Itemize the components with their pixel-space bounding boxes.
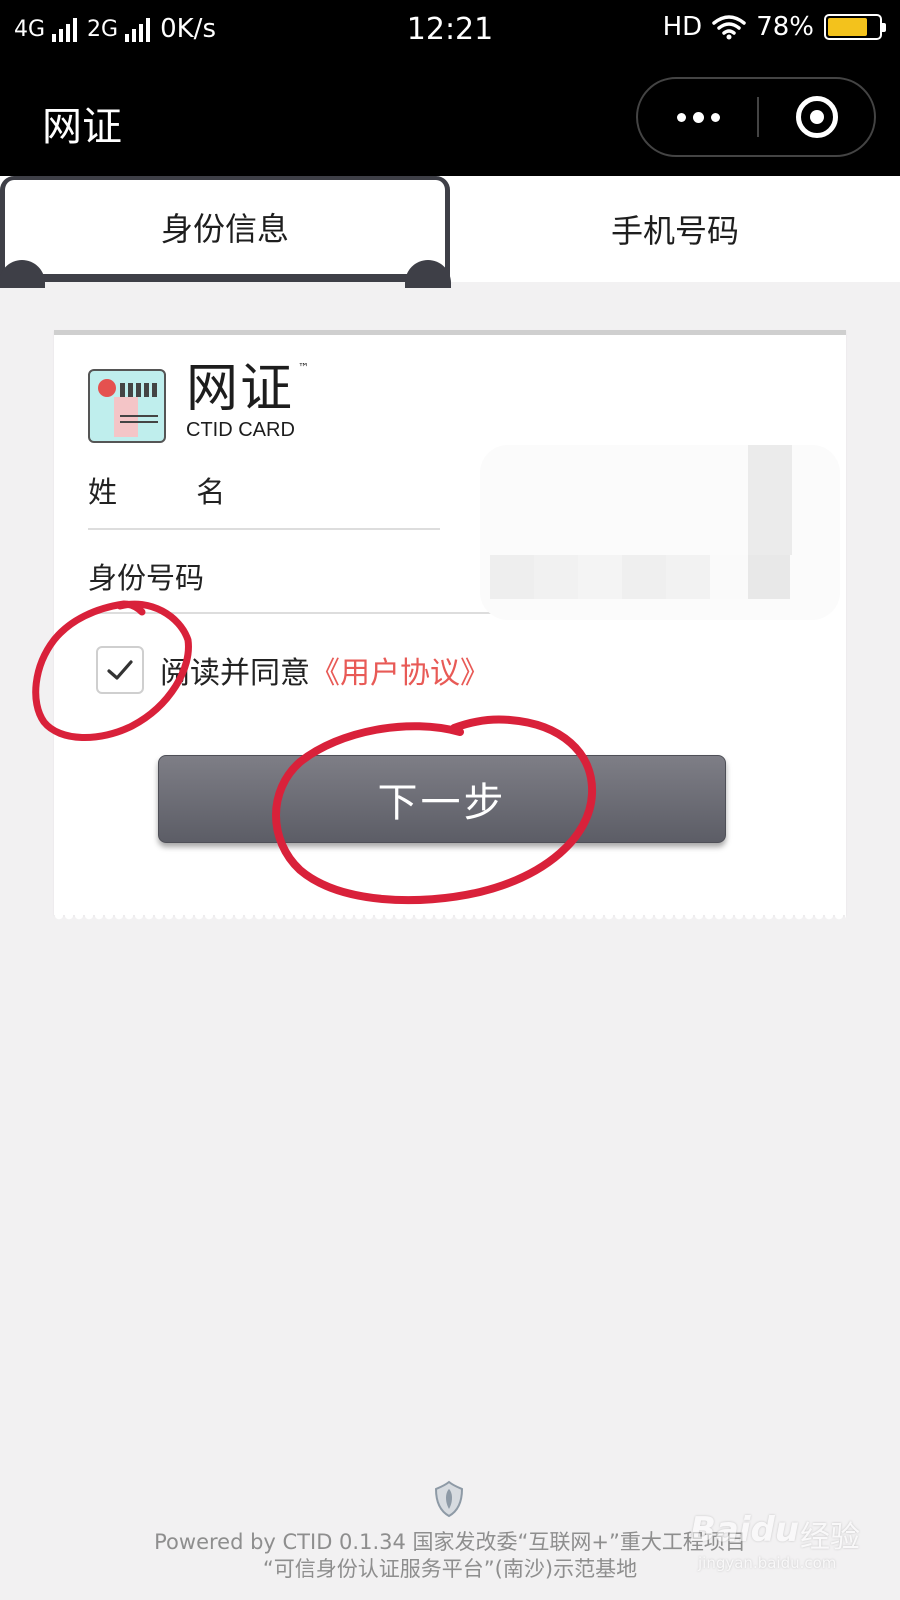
watermark-url: jingyan.baidu.com [698,1554,837,1572]
more-icon[interactable] [638,79,758,155]
title-bar: 网证 [0,60,900,176]
tab-identity-info-label: 身份信息 [160,210,289,248]
agree-checkbox[interactable] [96,646,144,694]
tab-phone-number[interactable]: 手机号码 [450,176,900,282]
id-card-icon [88,369,166,443]
brand-subtitle: CTID CARD [186,419,295,441]
trademark-mark: ™ [298,361,309,374]
tab-bar: 身份信息 手机号码 [0,176,900,288]
name-field-underline [88,528,440,530]
battery-fill [828,18,867,36]
agree-text: 阅读并同意 [160,656,310,691]
id-label: 身份号码 [88,561,205,595]
agreement-row: 阅读并同意 《用户协议》 [88,640,490,700]
brand-name: 网证 [186,359,295,419]
status-right: HD 78% [662,12,886,42]
capsule-divider [757,97,759,137]
id-form-card: 网证 ™ CTID CARD 姓 名 身份号码 阅读并同意 《用户协议》 下一步 [54,330,846,921]
status-bar: 4G 2G 0K/s 12:21 HD 78% [0,0,900,60]
checkmark-icon [107,660,133,680]
redacted-input-values[interactable] [480,445,840,620]
tab-corner-left [0,260,45,288]
card-wavy-edge [54,915,846,921]
tab-phone-number-label: 手机号码 [610,212,739,250]
name-field-label: 姓 名 [88,469,225,511]
tab-corner-right [405,260,451,288]
wifi-icon [712,15,746,40]
close-target-icon[interactable] [796,96,838,138]
page-title: 网证 [42,104,122,150]
user-agreement-link[interactable]: 《用户协议》 [310,648,490,692]
battery-icon [824,14,886,40]
capsule-menu [636,77,876,157]
watermark-logo: Baidu [690,1510,800,1550]
name-label: 姓 名 [88,475,226,509]
baidu-watermark: Baidu 经验 jingyan.baidu.com [690,1510,860,1580]
tab-identity-info[interactable]: 身份信息 [0,176,451,288]
watermark-title: 经验 [800,1520,860,1555]
next-step-button[interactable]: 下一步 [158,755,726,843]
battery-percent: 78% [756,12,814,42]
ctid-shield-icon [434,1480,464,1518]
hd-indicator: HD [662,12,703,42]
id-field-label: 身份号码 [88,555,204,597]
